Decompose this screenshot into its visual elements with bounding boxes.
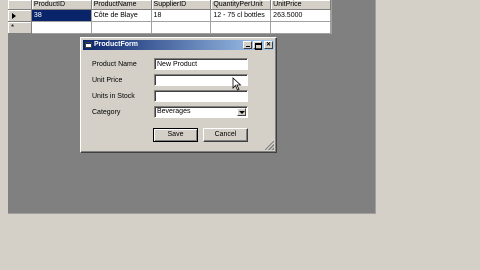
row-header[interactable] bbox=[8, 10, 32, 22]
category-selected-value: Beverages bbox=[157, 108, 191, 115]
cell-productid[interactable]: 38 bbox=[31, 10, 92, 22]
cancel-button[interactable]: Cancel bbox=[203, 128, 248, 142]
desktop: ProductID ProductName SupplierID Quantit… bbox=[0, 0, 480, 270]
maximize-button[interactable] bbox=[253, 41, 262, 50]
unit-price-label: Unit Price bbox=[92, 77, 123, 84]
table-row[interactable]: 38 Côte de Blaye 18 12 - 75 cl bottles 2… bbox=[8, 10, 331, 22]
cell-supplierid[interactable]: 18 bbox=[151, 10, 212, 22]
dialog-title: ProductForm bbox=[94, 41, 138, 48]
product-form-dialog[interactable]: ProductForm ✕ Product Name Unit Price Un… bbox=[80, 37, 277, 153]
form-icon[interactable] bbox=[85, 42, 92, 48]
resize-grip[interactable] bbox=[265, 141, 274, 150]
product-name-label: Product Name bbox=[92, 61, 137, 68]
save-button[interactable]: Save bbox=[153, 128, 198, 142]
products-grid[interactable]: ProductID ProductName SupplierID Quantit… bbox=[8, 0, 332, 34]
minimize-button[interactable] bbox=[243, 41, 252, 49]
new-row-marker: * bbox=[11, 23, 15, 32]
column-header-productid[interactable]: ProductID bbox=[31, 0, 92, 10]
category-label: Category bbox=[92, 109, 121, 116]
column-header-unitprice[interactable]: UnitPrice bbox=[271, 0, 331, 10]
new-cell[interactable] bbox=[91, 22, 152, 34]
cell-unitprice[interactable]: 263.5000 bbox=[271, 10, 331, 22]
new-cell[interactable] bbox=[271, 22, 331, 34]
close-button[interactable]: ✕ bbox=[264, 41, 273, 49]
cell-quantityperunit[interactable]: 12 - 75 cl bottles bbox=[211, 10, 272, 22]
cell-productname[interactable]: Côte de Blaye bbox=[91, 10, 152, 22]
new-cell[interactable] bbox=[151, 22, 212, 34]
new-cell[interactable] bbox=[31, 22, 92, 34]
row-pointer-icon bbox=[12, 13, 16, 19]
new-row-header[interactable]: * bbox=[8, 22, 32, 34]
units-in-stock-input[interactable] bbox=[154, 90, 248, 102]
category-select[interactable]: Beverages bbox=[154, 106, 248, 118]
mouse-pointer-icon bbox=[232, 77, 242, 91]
chevron-down-icon[interactable] bbox=[237, 108, 246, 116]
new-row[interactable]: * bbox=[8, 22, 331, 34]
column-header-supplierid[interactable]: SupplierID bbox=[151, 0, 212, 10]
dialog-titlebar[interactable]: ProductForm ✕ bbox=[83, 40, 274, 50]
new-cell[interactable] bbox=[211, 22, 272, 34]
units-in-stock-label: Units in Stock bbox=[92, 93, 135, 100]
grid-header-row: ProductID ProductName SupplierID Quantit… bbox=[8, 0, 331, 10]
column-header-productname[interactable]: ProductName bbox=[91, 0, 152, 10]
product-name-input[interactable] bbox=[154, 58, 248, 70]
grid-corner-header[interactable] bbox=[8, 0, 32, 10]
column-header-quantityperunit[interactable]: QuantityPerUnit bbox=[211, 0, 272, 10]
